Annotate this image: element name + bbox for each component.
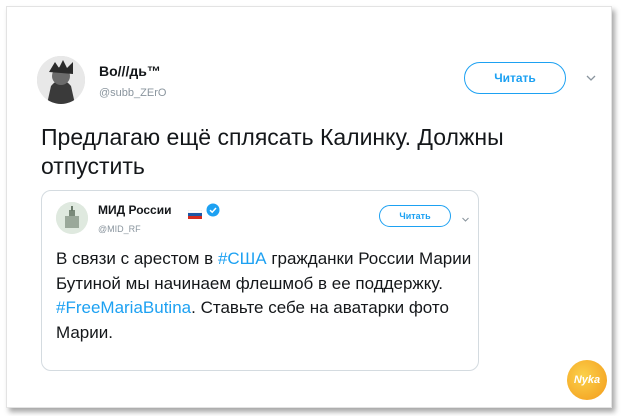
quoted-user-handle[interactable]: @MID_RF — [98, 224, 141, 234]
watermark-logo: Nyka — [567, 360, 607, 400]
tweet-card: Bo///дь™ @subb_ZErO Читать Предлагаю ещё… — [6, 6, 612, 408]
quoted-tweet[interactable]: МИД России @MID_RF Читать В связи с арес… — [41, 190, 479, 371]
quoted-user-avatar[interactable] — [56, 202, 88, 234]
quoted-chevron-down-icon[interactable] — [461, 211, 470, 222]
hashtag-link[interactable]: #FreeMariaButina — [56, 298, 191, 317]
user-handle[interactable]: @subb_ZErO — [99, 87, 166, 99]
quoted-tweet-text: В связи с арестом в #США гражданки Росси… — [56, 247, 472, 345]
quoted-text-part: В связи с арестом в — [56, 249, 218, 268]
quoted-display-name[interactable]: МИД России — [98, 203, 171, 217]
display-name[interactable]: Bo///дь™ — [99, 63, 161, 79]
verified-badge-icon — [206, 203, 220, 217]
quoted-follow-button[interactable]: Читать — [379, 205, 451, 227]
chevron-down-icon[interactable] — [585, 71, 597, 83]
follow-button[interactable]: Читать — [464, 62, 566, 94]
user-avatar[interactable] — [37, 56, 85, 104]
hashtag-link[interactable]: #США — [218, 249, 267, 268]
tweet-text: Предлагаю ещё сплясать Калинку. Должны о… — [41, 124, 504, 179]
russia-flag-icon — [187, 206, 203, 219]
